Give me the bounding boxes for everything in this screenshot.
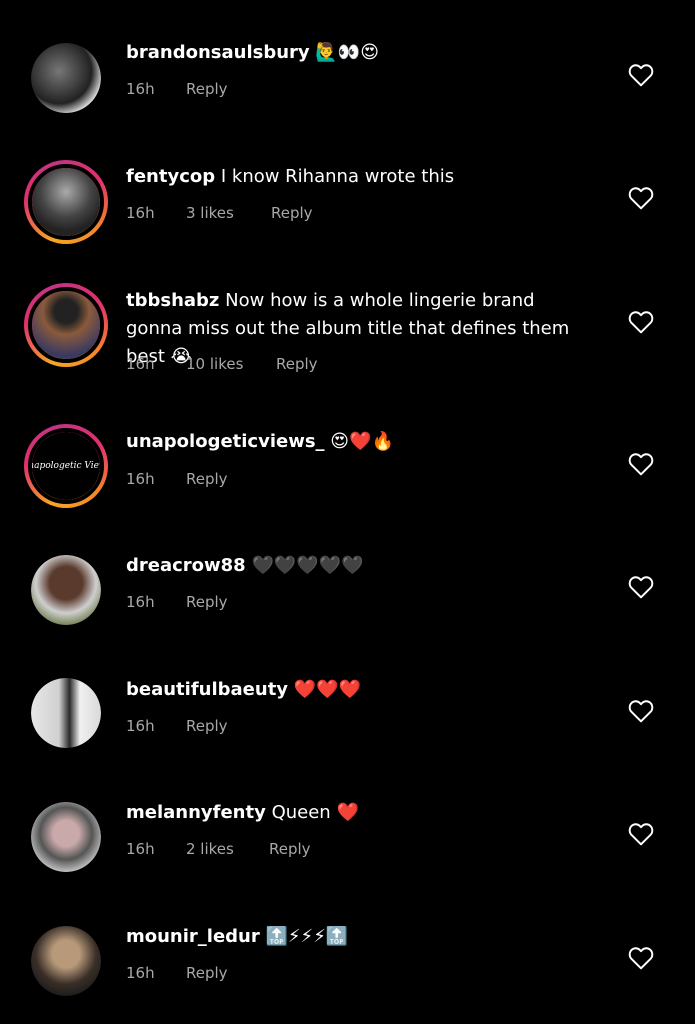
- avatar-photo: [31, 678, 101, 748]
- comment-username[interactable]: beautifulbaeuty: [126, 679, 288, 700]
- avatar[interactable]: Unapologetic Views: [24, 424, 108, 508]
- avatar[interactable]: [31, 802, 101, 872]
- comment-time: 16h: [126, 964, 155, 982]
- comment-time: 16h: [126, 840, 155, 858]
- like-heart-icon[interactable]: [628, 699, 654, 723]
- comment-emoji: 🔝⚡⚡⚡🔝: [265, 926, 349, 947]
- avatar-photo: [32, 291, 100, 359]
- avatar[interactable]: [24, 160, 108, 244]
- avatar-photo: [31, 802, 101, 872]
- comment-username[interactable]: dreacrow88: [126, 555, 246, 576]
- comment-username[interactable]: brandonsaulsbury: [126, 42, 310, 63]
- reply-button[interactable]: Reply: [186, 593, 228, 611]
- comments-list: brandonsaulsbury 🙋‍♂️👀😍 16h Reply fentyc…: [0, 0, 695, 1024]
- comment-likes[interactable]: 10 likes: [186, 355, 243, 373]
- comment-text: unapologeticviews_ 😍❤️🔥: [126, 428, 596, 456]
- comment-time: 16h: [126, 355, 155, 373]
- comment-body: Queen: [271, 802, 331, 823]
- reply-button[interactable]: Reply: [276, 355, 318, 373]
- comment-time: 16h: [126, 593, 155, 611]
- comment-username[interactable]: unapologeticviews_: [126, 431, 325, 452]
- comment-username[interactable]: mounir_ledur: [126, 926, 260, 947]
- reply-button[interactable]: Reply: [186, 717, 228, 735]
- avatar-photo: [31, 926, 101, 996]
- comment-emoji: 🙋‍♂️👀😍: [315, 42, 379, 63]
- reply-button[interactable]: Reply: [271, 204, 313, 222]
- comment-text: dreacrow88 🖤🖤🖤🖤🖤: [126, 552, 596, 580]
- avatar-photo: [32, 168, 100, 236]
- comment-likes[interactable]: 2 likes: [186, 840, 234, 858]
- comment-text: beautifulbaeuty ❤️❤️❤️: [126, 676, 596, 704]
- avatar[interactable]: [31, 43, 101, 113]
- avatar[interactable]: [31, 926, 101, 996]
- like-heart-icon[interactable]: [628, 186, 654, 210]
- comment-time: 16h: [126, 470, 155, 488]
- comment-emoji: ❤️: [336, 802, 359, 823]
- like-heart-icon[interactable]: [628, 575, 654, 599]
- comment-time: 16h: [126, 80, 155, 98]
- comment-username[interactable]: melannyfenty: [126, 802, 266, 823]
- like-heart-icon[interactable]: [628, 63, 654, 87]
- like-heart-icon[interactable]: [628, 822, 654, 846]
- avatar-photo: [31, 43, 101, 113]
- comment-emoji: ❤️❤️❤️: [293, 679, 362, 700]
- comment-emoji: 😍❤️🔥: [330, 431, 394, 452]
- comment-text: brandonsaulsbury 🙋‍♂️👀😍: [126, 39, 596, 67]
- comment-text: melannyfenty Queen ❤️: [126, 799, 596, 827]
- like-heart-icon[interactable]: [628, 452, 654, 476]
- comment-username[interactable]: fentycop: [126, 166, 215, 187]
- reply-button[interactable]: Reply: [186, 964, 228, 982]
- avatar-photo: Unapologetic Views: [32, 432, 100, 500]
- comment-body: I know Rihanna wrote this: [220, 166, 455, 187]
- avatar-photo: [31, 555, 101, 625]
- comment-likes[interactable]: 3 likes: [186, 204, 234, 222]
- avatar[interactable]: [31, 678, 101, 748]
- comment-text: mounir_ledur 🔝⚡⚡⚡🔝: [126, 923, 596, 951]
- comment-text: fentycop I know Rihanna wrote this: [126, 163, 596, 191]
- comment-time: 16h: [126, 204, 155, 222]
- comment-emoji: 🖤🖤🖤🖤🖤: [251, 555, 364, 576]
- avatar[interactable]: [31, 555, 101, 625]
- like-heart-icon[interactable]: [628, 310, 654, 334]
- avatar[interactable]: [24, 283, 108, 367]
- avatar-logo-text: Unapologetic Views: [28, 461, 100, 471]
- reply-button[interactable]: Reply: [186, 80, 228, 98]
- reply-button[interactable]: Reply: [269, 840, 311, 858]
- like-heart-icon[interactable]: [628, 946, 654, 970]
- reply-button[interactable]: Reply: [186, 470, 228, 488]
- comment-username[interactable]: tbbshabz: [126, 290, 219, 311]
- comment-time: 16h: [126, 717, 155, 735]
